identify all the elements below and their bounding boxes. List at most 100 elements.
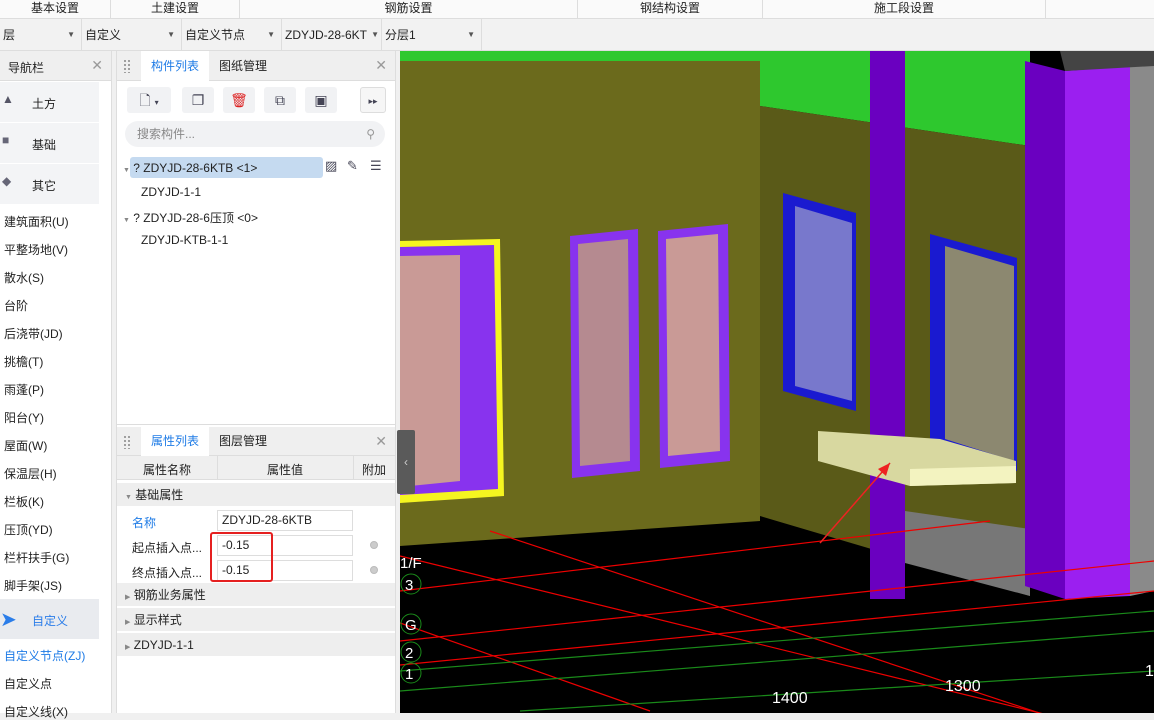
nav-item[interactable]: 阳台(Y) <box>4 409 44 426</box>
save-template-button[interactable]: ▣ <box>305 87 337 113</box>
nav-item[interactable]: 建筑面积(U) <box>4 213 69 230</box>
prop-end-label: 终点插入点... <box>132 566 203 580</box>
nav-item[interactable]: 压顶(YD) <box>4 521 53 538</box>
3d-viewport[interactable]: 1/F 3 G 2 1 1400 1300 1 <box>400 51 1154 713</box>
group-label: 钢筋业务属性 <box>133 588 206 602</box>
chevron-down-icon: ▼ <box>167 30 175 39</box>
tree-item[interactable]: ▼ ? ZDYJD-28-6压顶 <0> <box>123 209 258 226</box>
tab-component-list[interactable]: 构件列表 <box>141 51 210 81</box>
custom-arrow-icon: ➤ <box>0 609 17 631</box>
nav-item[interactable]: 散水(S) <box>4 269 44 286</box>
nav-item[interactable]: 挑檐(T) <box>4 353 43 370</box>
nav-item-earthwork[interactable]: ▲ 土方 <box>0 82 99 122</box>
window-glass <box>578 239 630 466</box>
drag-handle-icon[interactable] <box>123 435 131 449</box>
search-input[interactable]: 搜索构件... ⚲ <box>125 121 385 147</box>
caret-icon: ▼ <box>123 217 130 224</box>
group-display-style[interactable]: ▶ 显示样式 <box>117 608 395 632</box>
nav-item[interactable]: 保温层(H) <box>4 465 57 482</box>
nav-item-custom-point[interactable]: 自定义点 <box>4 675 52 692</box>
group-zdyjd[interactable]: ▶ ZDYJD-1-1 <box>117 633 395 657</box>
header-extra: 附加 <box>362 463 387 477</box>
more-button[interactable]: ▸▸ <box>360 87 386 113</box>
type-select[interactable]: 自定义节点 ▼ <box>182 19 282 51</box>
edit-icon[interactable]: ✎ <box>347 158 358 174</box>
collapse-panel-button[interactable]: ‹ <box>397 430 415 494</box>
highlight-box <box>210 532 273 582</box>
delete-icon[interactable]: 🗑 <box>223 87 255 113</box>
window-glass <box>666 234 720 456</box>
nav-item[interactable]: 雨蓬(P) <box>4 381 44 398</box>
nav-item-custom[interactable]: ➤ 自定义 <box>0 599 99 639</box>
nav-item[interactable]: 台阶 <box>4 297 28 314</box>
axis-label: G <box>405 617 417 634</box>
nav-item-other[interactable]: ◆ 其它 <box>0 164 99 204</box>
category-select[interactable]: 自定义 ▼ <box>82 19 182 51</box>
tree-item[interactable]: ZDYJD-KTB-1-1 <box>141 233 228 247</box>
component-select[interactable]: ZDYJD-28-6KT ▼ <box>282 19 382 51</box>
close-icon[interactable]: ✕ <box>375 433 387 450</box>
tab-property-list[interactable]: 属性列表 <box>141 427 210 456</box>
prop-name-label: 名称 <box>132 516 157 530</box>
new-component-button[interactable]: 🗋 ▾ <box>127 87 171 113</box>
chevron-down-icon: ▼ <box>67 30 75 39</box>
group-basic-properties[interactable]: ▼ 基础属性 <box>117 483 395 507</box>
big-column-side <box>1025 61 1065 599</box>
copy-button[interactable]: ❐ <box>182 87 214 113</box>
drag-handle-icon[interactable] <box>123 59 131 73</box>
nav-label: 基础 <box>32 138 57 152</box>
chevron-down-icon: ▼ <box>467 30 475 39</box>
prop-start-label: 起点插入点... <box>132 541 203 555</box>
group-rebar-properties[interactable]: ▶ 钢筋业务属性 <box>117 583 395 607</box>
menu-rebar-settings[interactable]: 钢筋设置 <box>240 0 578 19</box>
close-icon[interactable]: ✕ <box>375 57 387 74</box>
group-label: 基础属性 <box>135 488 184 502</box>
extra-checkbox[interactable] <box>370 541 378 549</box>
type-value: 自定义节点 <box>185 28 246 42</box>
caret-icon: ▼ <box>123 167 130 174</box>
grey-wall <box>1130 66 1154 596</box>
mountain-icon: ▲ <box>2 92 14 106</box>
menu-civil-settings[interactable]: 土建设置 <box>111 0 240 19</box>
nav-item[interactable]: 栏杆扶手(G) <box>4 549 69 566</box>
close-icon[interactable]: ✕ <box>91 57 103 74</box>
prop-name-input[interactable]: ZDYJD-28-6KTB <box>217 510 353 531</box>
nav-item[interactable]: 栏板(K) <box>4 493 44 510</box>
tree-item[interactable]: ZDYJD-1-1 <box>141 185 201 199</box>
axis-line <box>400 630 1154 692</box>
nav-item-foundation[interactable]: ■ 基础 <box>0 123 99 163</box>
nav-header: 导航栏 ✕ <box>0 51 111 81</box>
menu-steel-settings[interactable]: 钢结构设置 <box>578 0 763 19</box>
group-label: 显示样式 <box>133 613 182 627</box>
nav-item[interactable]: 后浇带(JD) <box>4 325 63 342</box>
component-panel-header: 构件列表 图纸管理 ✕ <box>117 51 395 81</box>
toolbar: 层 ▼ 自定义 ▼ 自定义节点 ▼ ZDYJD-28-6KT ▼ 分层1 ▼ <box>0 19 1154 51</box>
menu-basic-settings[interactable]: 基本设置 <box>0 0 111 19</box>
layers-icon: ◆ <box>2 174 12 188</box>
nav-item-custom-line[interactable]: 自定义线(X) <box>4 703 68 720</box>
nav-item[interactable]: 脚手架(JS) <box>4 577 62 594</box>
search-icon: ⚲ <box>366 127 375 141</box>
duplicate-button[interactable]: ⧉ <box>264 87 296 113</box>
3d-scene[interactable]: 1/F 3 G 2 1 1400 1300 1 <box>400 51 1154 713</box>
layer-select[interactable]: 分层1 ▼ <box>382 19 482 51</box>
extra-checkbox[interactable] <box>370 566 378 574</box>
floor-value: 层 <box>3 28 16 42</box>
layer-value: 分层1 <box>385 28 416 42</box>
nav-item[interactable]: 屋面(W) <box>4 437 47 454</box>
floor-select[interactable]: 层 ▼ <box>0 19 82 51</box>
dimension-label: 1 <box>1145 663 1154 680</box>
tab-layer-management[interactable]: 图层管理 <box>209 427 277 456</box>
menu-bar: 基本设置 土建设置 钢筋设置 钢结构设置 施工段设置 <box>0 0 1154 19</box>
nav-item-custom-node[interactable]: 自定义节点(ZJ) <box>4 647 85 664</box>
divider <box>353 456 354 480</box>
hatch-icon[interactable]: ▨ <box>325 158 337 174</box>
tree-item[interactable]: ▼ ? ZDYJD-28-6KTB <1> <box>123 161 257 175</box>
divider <box>117 424 395 425</box>
navigation-panel: 导航栏 ✕ ▲ 土方 ■ 基础 ◆ 其它 建筑面积(U) 平整场地(V) 散水(S) 台阶后… <box>0 51 112 719</box>
chevron-down-icon: ▼ <box>371 30 379 39</box>
list-help-icon[interactable]: ☰ <box>370 158 382 174</box>
menu-stage-settings[interactable]: 施工段设置 <box>763 0 1046 19</box>
nav-item[interactable]: 平整场地(V) <box>4 241 68 258</box>
tab-drawing-management[interactable]: 图纸管理 <box>209 51 277 81</box>
